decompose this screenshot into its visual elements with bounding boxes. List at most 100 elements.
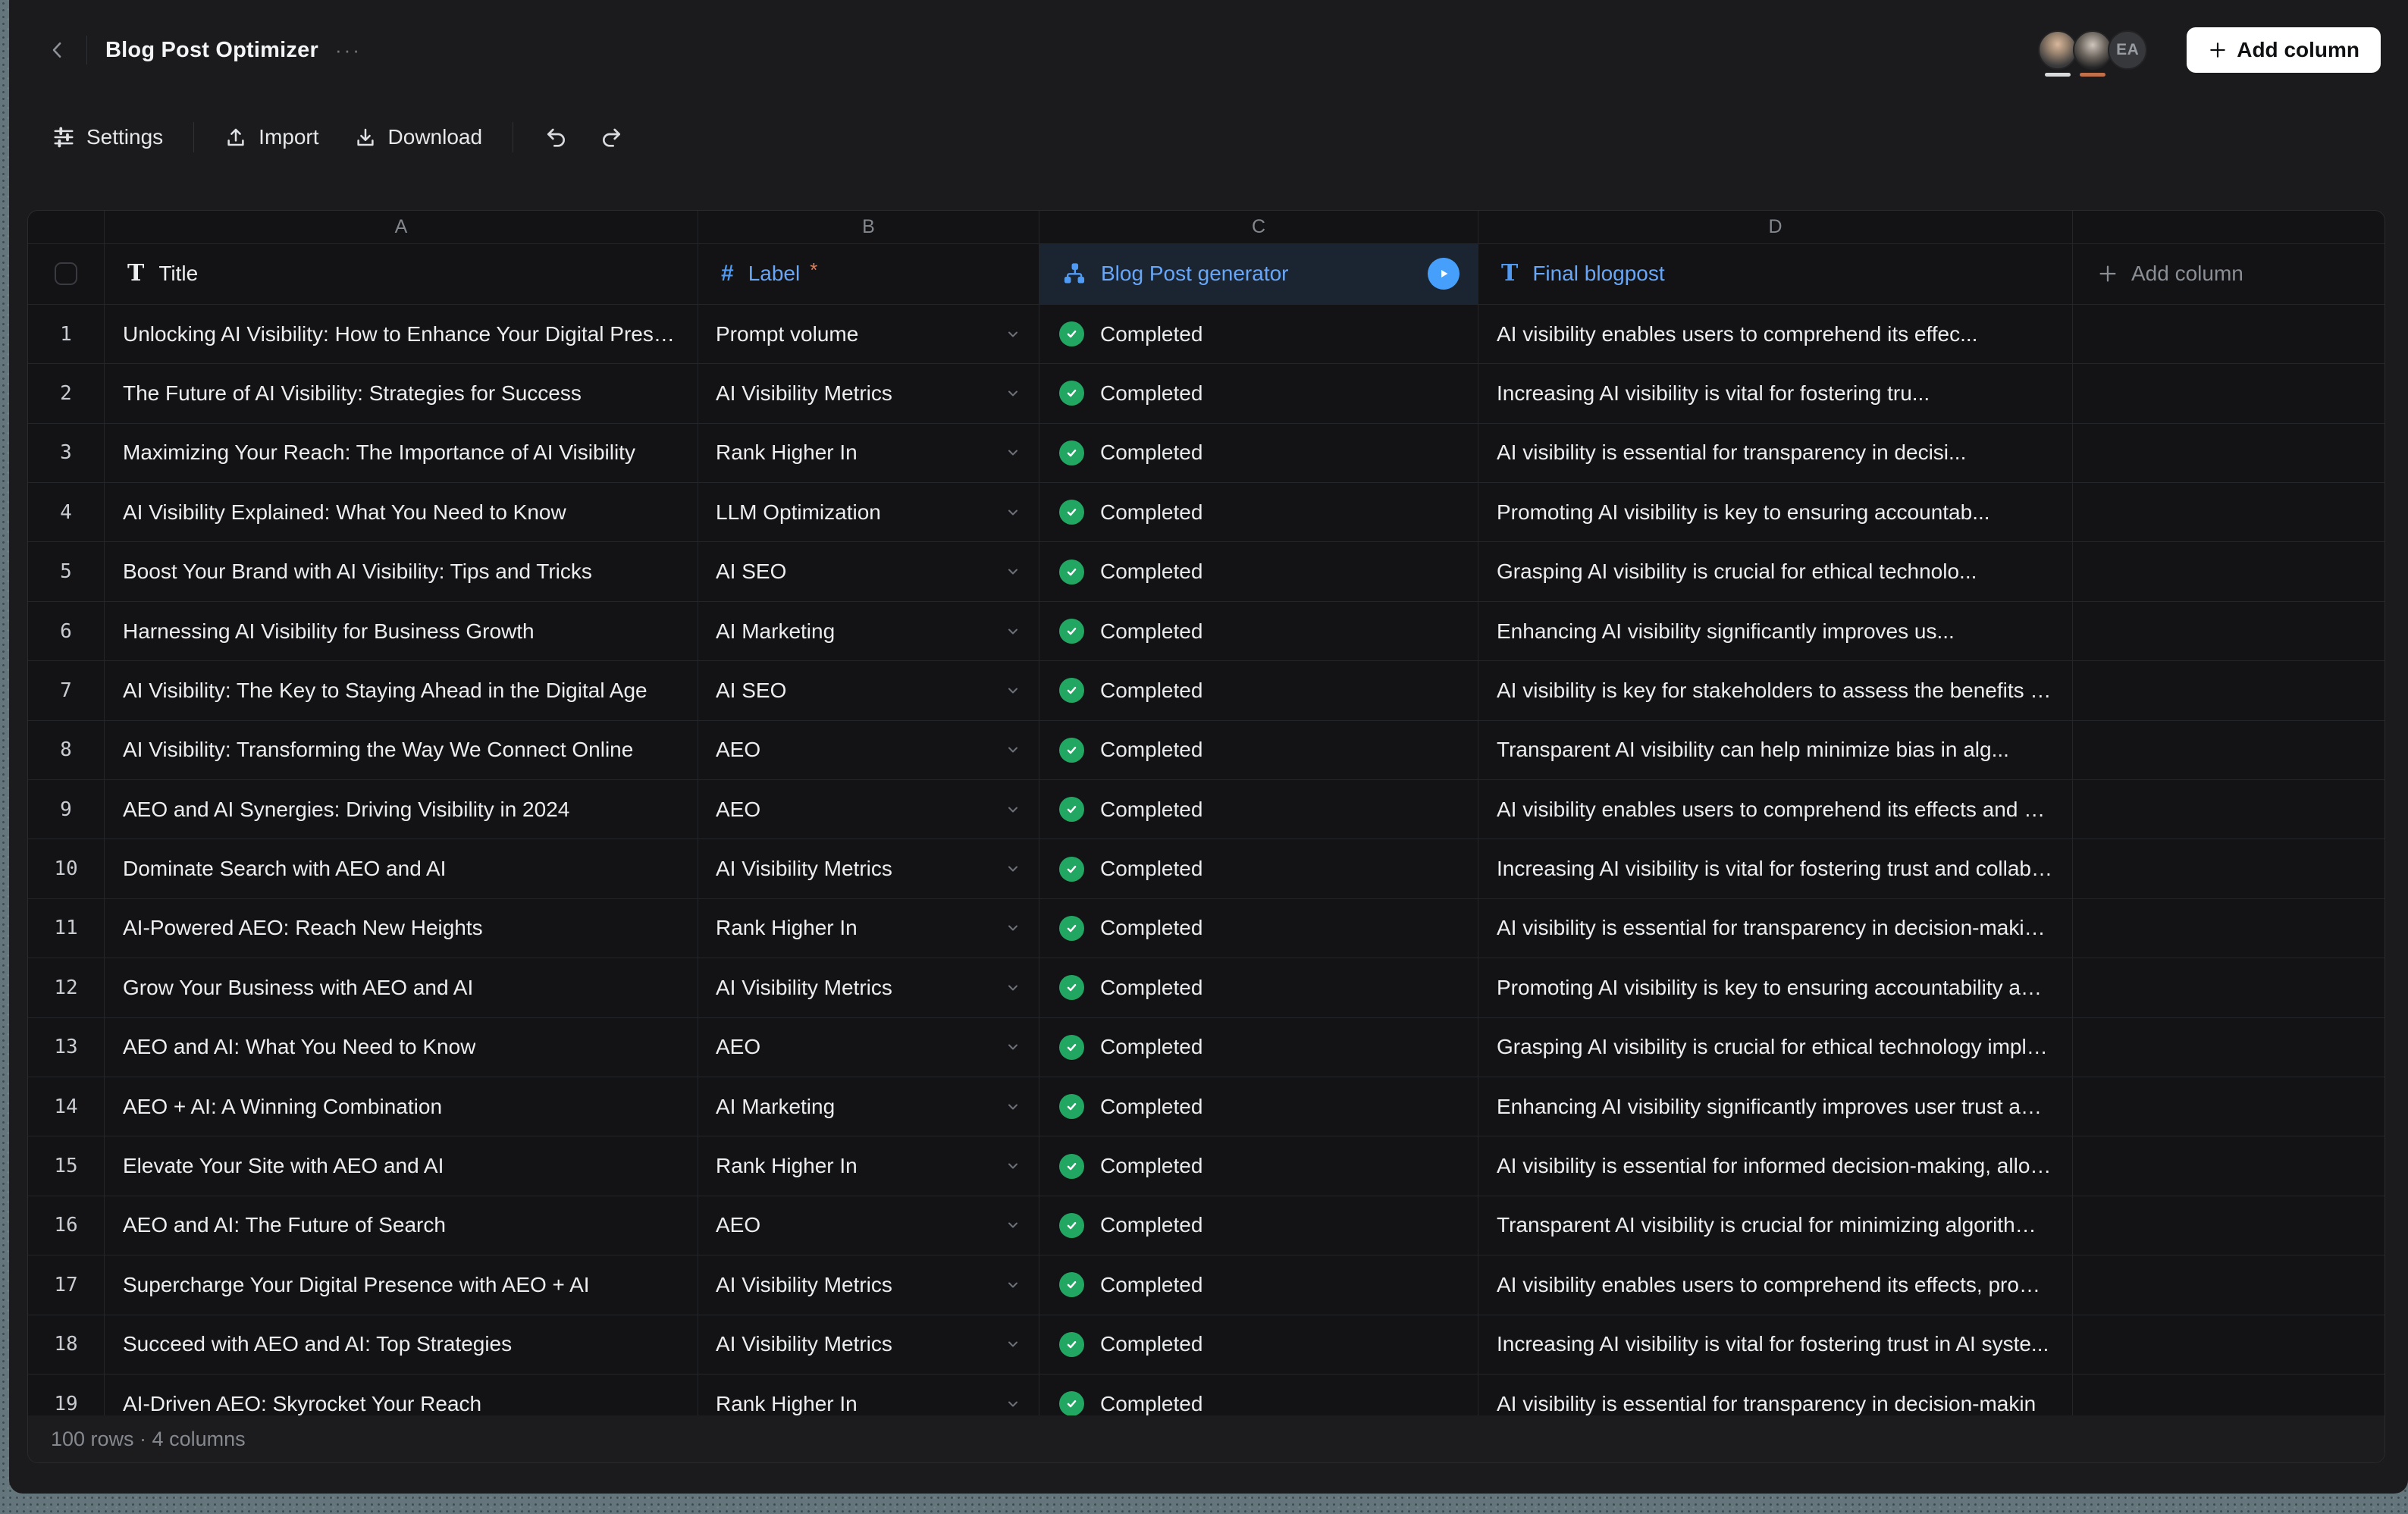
row-number[interactable]: 11 bbox=[28, 899, 105, 958]
cell-title[interactable]: Dominate Search with AEO and AI bbox=[105, 839, 698, 898]
row-number[interactable]: 19 bbox=[28, 1375, 105, 1415]
cell-label[interactable]: AI Visibility Metrics bbox=[698, 1315, 1039, 1374]
row-number[interactable]: 2 bbox=[28, 364, 105, 422]
undo-button[interactable] bbox=[535, 118, 578, 157]
row-number[interactable]: 18 bbox=[28, 1315, 105, 1374]
row-number[interactable]: 5 bbox=[28, 542, 105, 600]
cell-status[interactable]: Completed bbox=[1039, 364, 1478, 422]
cell-title[interactable]: Maximizing Your Reach: The Importance of… bbox=[105, 424, 698, 482]
import-button[interactable]: Import bbox=[215, 118, 328, 157]
column-header-final-blogpost[interactable]: T Final blogpost bbox=[1478, 244, 2073, 304]
cell-label[interactable]: Prompt volume bbox=[698, 305, 1039, 363]
cell-title[interactable]: AI Visibility: The Key to Staying Ahead … bbox=[105, 661, 698, 719]
cell-final-blogpost[interactable]: AI visibility enables users to comprehen… bbox=[1478, 1255, 2073, 1314]
column-header-blog-post-generator[interactable]: Blog Post generator bbox=[1039, 244, 1478, 304]
cell-status[interactable]: Completed bbox=[1039, 780, 1478, 838]
cell-title[interactable]: AEO + AI: A Winning Combination bbox=[105, 1077, 698, 1136]
cell-final-blogpost[interactable]: AI visibility is key for stakeholders to… bbox=[1478, 661, 2073, 719]
cell-title[interactable]: Succeed with AEO and AI: Top Strategies bbox=[105, 1315, 698, 1374]
cell-title[interactable]: The Future of AI Visibility: Strategies … bbox=[105, 364, 698, 422]
cell-status[interactable]: Completed bbox=[1039, 1196, 1478, 1255]
settings-button[interactable]: Settings bbox=[43, 118, 172, 157]
cell-label[interactable]: Rank Higher In bbox=[698, 424, 1039, 482]
cell-final-blogpost[interactable]: Enhancing AI visibility significantly im… bbox=[1478, 1077, 2073, 1136]
select-all-checkbox[interactable] bbox=[55, 262, 77, 285]
column-letter-b[interactable]: B bbox=[698, 211, 1039, 243]
cell-label[interactable]: AI SEO bbox=[698, 661, 1039, 719]
row-number[interactable]: 13 bbox=[28, 1018, 105, 1077]
column-header-label[interactable]: # Label * bbox=[698, 244, 1039, 304]
cell-status[interactable]: Completed bbox=[1039, 602, 1478, 660]
cell-title[interactable]: AEO and AI: The Future of Search bbox=[105, 1196, 698, 1255]
row-number[interactable]: 12 bbox=[28, 958, 105, 1017]
cell-final-blogpost[interactable]: Increasing AI visibility is vital for fo… bbox=[1478, 839, 2073, 898]
avatar[interactable]: EA bbox=[2108, 30, 2147, 70]
cell-title[interactable]: Harnessing AI Visibility for Business Gr… bbox=[105, 602, 698, 660]
column-letter-c[interactable]: C bbox=[1039, 211, 1478, 243]
cell-title[interactable]: AEO and AI Synergies: Driving Visibility… bbox=[105, 780, 698, 838]
back-button[interactable] bbox=[41, 33, 74, 67]
row-number[interactable]: 14 bbox=[28, 1077, 105, 1136]
cell-status[interactable]: Completed bbox=[1039, 899, 1478, 958]
redo-button[interactable] bbox=[589, 118, 633, 157]
run-column-button[interactable] bbox=[1428, 258, 1460, 290]
cell-status[interactable]: Completed bbox=[1039, 661, 1478, 719]
download-button[interactable]: Download bbox=[345, 118, 492, 157]
row-number[interactable]: 4 bbox=[28, 483, 105, 541]
cell-status[interactable]: Completed bbox=[1039, 1315, 1478, 1374]
cell-status[interactable]: Completed bbox=[1039, 958, 1478, 1017]
cell-status[interactable]: Completed bbox=[1039, 1255, 1478, 1314]
avatar[interactable] bbox=[2038, 30, 2077, 70]
cell-final-blogpost[interactable]: AI visibility enables users to comprehen… bbox=[1478, 305, 2073, 363]
avatar[interactable] bbox=[2073, 30, 2112, 70]
cell-final-blogpost[interactable]: Transparent AI visibility is crucial for… bbox=[1478, 1196, 2073, 1255]
row-number[interactable]: 9 bbox=[28, 780, 105, 838]
cell-label[interactable]: AI SEO bbox=[698, 542, 1039, 600]
cell-label[interactable]: LLM Optimization bbox=[698, 483, 1039, 541]
cell-title[interactable]: Supercharge Your Digital Presence with A… bbox=[105, 1255, 698, 1314]
row-number[interactable]: 10 bbox=[28, 839, 105, 898]
cell-title[interactable]: Unlocking AI Visibility: How to Enhance … bbox=[105, 305, 698, 363]
cell-title[interactable]: AEO and AI: What You Need to Know bbox=[105, 1018, 698, 1077]
row-number[interactable]: 15 bbox=[28, 1136, 105, 1195]
row-number[interactable]: 1 bbox=[28, 305, 105, 363]
cell-final-blogpost[interactable]: AI visibility is essential for informed … bbox=[1478, 1136, 2073, 1195]
cell-title[interactable]: Boost Your Brand with AI Visibility: Tip… bbox=[105, 542, 698, 600]
cell-status[interactable]: Completed bbox=[1039, 542, 1478, 600]
cell-title[interactable]: Grow Your Business with AEO and AI bbox=[105, 958, 698, 1017]
cell-label[interactable]: AEO bbox=[698, 1196, 1039, 1255]
row-number[interactable]: 17 bbox=[28, 1255, 105, 1314]
cell-label[interactable]: AI Marketing bbox=[698, 1077, 1039, 1136]
row-number[interactable]: 7 bbox=[28, 661, 105, 719]
cell-final-blogpost[interactable]: Promoting AI visibility is key to ensuri… bbox=[1478, 958, 2073, 1017]
cell-final-blogpost[interactable]: Transparent AI visibility can help minim… bbox=[1478, 721, 2073, 779]
cell-label[interactable]: AI Visibility Metrics bbox=[698, 1255, 1039, 1314]
cell-status[interactable]: Completed bbox=[1039, 305, 1478, 363]
cell-final-blogpost[interactable]: Increasing AI visibility is vital for fo… bbox=[1478, 1315, 2073, 1374]
cell-label[interactable]: AI Marketing bbox=[698, 602, 1039, 660]
cell-final-blogpost[interactable]: Increasing AI visibility is vital for fo… bbox=[1478, 364, 2073, 422]
cell-title[interactable]: AI Visibility: Transforming the Way We C… bbox=[105, 721, 698, 779]
cell-final-blogpost[interactable]: AI visibility enables users to comprehen… bbox=[1478, 780, 2073, 838]
cell-status[interactable]: Completed bbox=[1039, 424, 1478, 482]
row-number[interactable]: 6 bbox=[28, 602, 105, 660]
cell-status[interactable]: Completed bbox=[1039, 721, 1478, 779]
cell-title[interactable]: AI Visibility Explained: What You Need t… bbox=[105, 483, 698, 541]
cell-status[interactable]: Completed bbox=[1039, 1136, 1478, 1195]
cell-label[interactable]: AI Visibility Metrics bbox=[698, 839, 1039, 898]
cell-label[interactable]: AEO bbox=[698, 1018, 1039, 1077]
cell-title[interactable]: Elevate Your Site with AEO and AI bbox=[105, 1136, 698, 1195]
cell-label[interactable]: Rank Higher In bbox=[698, 1136, 1039, 1195]
cell-final-blogpost[interactable]: AI visibility is essential for transpare… bbox=[1478, 424, 2073, 482]
cell-status[interactable]: Completed bbox=[1039, 839, 1478, 898]
cell-title[interactable]: AI-Powered AEO: Reach New Heights bbox=[105, 899, 698, 958]
row-number[interactable]: 16 bbox=[28, 1196, 105, 1255]
cell-label[interactable]: AEO bbox=[698, 721, 1039, 779]
cell-status[interactable]: Completed bbox=[1039, 1018, 1478, 1077]
cell-status[interactable]: Completed bbox=[1039, 1077, 1478, 1136]
add-column-header[interactable]: Add column bbox=[2073, 244, 2384, 304]
cell-final-blogpost[interactable]: Grasping AI visibility is crucial for et… bbox=[1478, 1018, 2073, 1077]
column-letter-d[interactable]: D bbox=[1478, 211, 2073, 243]
cell-status[interactable]: Completed bbox=[1039, 1375, 1478, 1415]
cell-label[interactable]: AEO bbox=[698, 780, 1039, 838]
